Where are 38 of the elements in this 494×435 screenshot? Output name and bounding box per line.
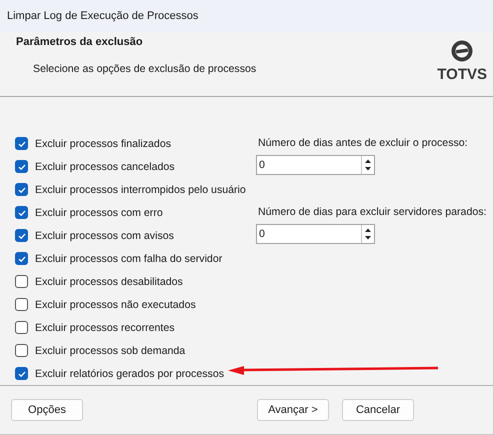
checkbox[interactable]: [15, 160, 28, 173]
spin-up-icon[interactable]: [362, 157, 374, 165]
checkbox[interactable]: [15, 252, 28, 265]
logo-text: TOTVS: [437, 66, 487, 83]
option-label: Excluir processos recorrentes: [35, 322, 175, 334]
next-button[interactable]: Avançar >: [257, 399, 329, 421]
header-title: Parâmetros da exclusão: [16, 36, 144, 48]
field-label: Número de dias antes de excluir o processo:: [258, 136, 469, 151]
checkbox[interactable]: [15, 344, 28, 357]
number-field[interactable]: 0: [256, 155, 375, 175]
option-label: Excluir relatórios gerados por processos: [35, 368, 224, 380]
checkbox[interactable]: [15, 206, 28, 219]
checkbox[interactable]: [15, 298, 28, 311]
checkbox[interactable]: [15, 137, 28, 150]
checkbox[interactable]: [15, 321, 28, 334]
spin-up-icon[interactable]: [362, 226, 374, 234]
cancel-button[interactable]: Cancelar: [342, 399, 414, 421]
option-label: Excluir processos finalizados: [35, 138, 172, 150]
option-label: Excluir processos desabilitados: [35, 276, 183, 288]
option-label: Excluir processos com falha do servidor: [35, 252, 222, 264]
logo-icon: [451, 40, 474, 62]
number-field[interactable]: 0: [256, 224, 375, 244]
window-title: Limpar Log de Execução de Processos: [7, 10, 198, 22]
header-subtitle: Selecione as opções de exclusão de processos: [33, 63, 256, 75]
field-label: Número de dias para excluir servidores parados:: [258, 205, 486, 220]
option-label: Excluir processos sob demanda: [35, 344, 186, 356]
options-button[interactable]: Opções: [11, 399, 83, 421]
checkbox[interactable]: [15, 367, 28, 380]
spin-down-icon[interactable]: [362, 234, 374, 242]
option-label: Excluir processos com erro: [35, 206, 163, 218]
checkbox[interactable]: [15, 183, 28, 196]
checkbox[interactable]: [15, 275, 28, 288]
option-label: Excluir processos com avisos: [35, 230, 174, 242]
checkbox[interactable]: [15, 229, 28, 242]
spin-down-icon[interactable]: [362, 165, 374, 173]
option-label: Excluir processos não executados: [35, 298, 196, 310]
option-label: Excluir processos interrompidos pelo usuário: [35, 184, 246, 196]
option-label: Excluir processos cancelados: [35, 160, 175, 172]
